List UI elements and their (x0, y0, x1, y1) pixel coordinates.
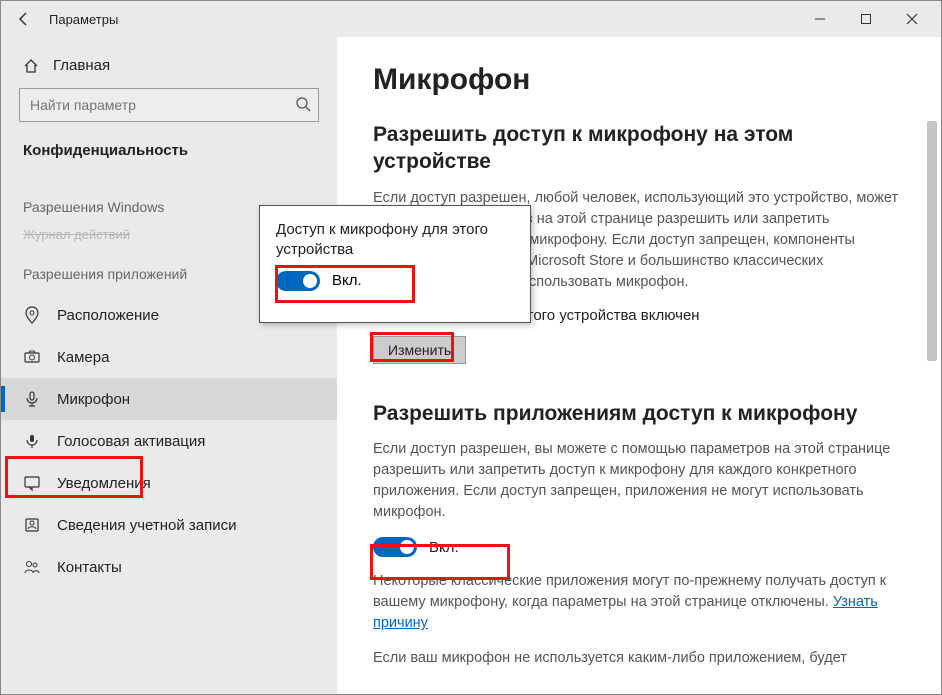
apps-toggle-row: Вкл. (373, 537, 901, 557)
contacts-icon (23, 558, 41, 576)
sidebar-item-contacts[interactable]: Контакты (1, 546, 337, 588)
sidebar: Главная Конфиденциальность Разрешения Wi… (1, 37, 337, 694)
content-scrollbar[interactable] (925, 77, 939, 692)
back-button[interactable] (7, 2, 41, 36)
search-input[interactable] (19, 88, 319, 122)
device-access-toggle[interactable] (276, 271, 320, 291)
voice-icon (23, 432, 41, 450)
nav-home[interactable]: Главная (1, 51, 337, 88)
nav-home-label: Главная (53, 57, 110, 74)
home-icon (23, 58, 39, 74)
sidebar-item-label: Уведомления (57, 475, 151, 492)
sidebar-item-label: Голосовая активация (57, 433, 205, 450)
minimize-button[interactable] (797, 3, 843, 35)
titlebar: Параметры (1, 1, 941, 37)
settings-window: Параметры Главная Конфиденциальность (0, 0, 942, 695)
apps-toggle-label: Вкл. (429, 539, 459, 556)
sidebar-item-microphone[interactable]: Микрофон (1, 378, 337, 420)
classic-note-text: Некоторые классические приложения могут … (373, 573, 886, 610)
camera-icon (23, 348, 41, 366)
search-icon (295, 96, 311, 117)
location-icon (23, 306, 41, 324)
maximize-icon (860, 13, 872, 25)
sidebar-item-account[interactable]: Сведения учетной записи (1, 504, 337, 546)
arrow-left-icon (16, 11, 32, 27)
toggle-knob (400, 540, 414, 554)
popup-title: Доступ к микрофону для этого устройства (276, 220, 514, 261)
sidebar-item-label: Камера (57, 349, 109, 366)
close-icon (906, 13, 918, 25)
toggle-knob (303, 274, 317, 288)
account-icon (23, 516, 41, 534)
sidebar-item-voice[interactable]: Голосовая активация (1, 420, 337, 462)
minimize-icon (814, 13, 826, 25)
classic-apps-note: Некоторые классические приложения могут … (373, 571, 901, 634)
window-title: Параметры (49, 12, 118, 27)
sidebar-item-label: Расположение (57, 307, 159, 324)
sidebar-item-label: Микрофон (57, 391, 130, 408)
popup-toggle-label: Вкл. (332, 272, 362, 289)
popup-toggle-row: Вкл. (276, 271, 514, 291)
footer-partial: Если ваш микрофон не используется каким-… (373, 648, 901, 669)
search-wrap (19, 88, 319, 122)
nav-section-header: Конфиденциальность (1, 140, 337, 175)
sidebar-item-camera[interactable]: Камера (1, 336, 337, 378)
content-pane: Микрофон Разрешить доступ к микрофону на… (337, 37, 941, 694)
microphone-icon (23, 390, 41, 408)
scrollbar-thumb[interactable] (927, 121, 937, 361)
sidebar-item-label: Сведения учетной записи (57, 517, 237, 534)
sidebar-item-label: Контакты (57, 559, 122, 576)
page-title: Микрофон (373, 63, 901, 97)
change-button[interactable]: Изменить (373, 336, 466, 364)
section2-title: Разрешить приложениям доступ к микрофону (373, 400, 901, 427)
sidebar-item-notifications[interactable]: Уведомления (1, 462, 337, 504)
section1-title: Разрешить доступ к микрофону на этом уст… (373, 121, 901, 176)
close-button[interactable] (889, 3, 935, 35)
apps-access-toggle[interactable] (373, 537, 417, 557)
maximize-button[interactable] (843, 3, 889, 35)
section2-body: Если доступ разрешен, вы можете с помощь… (373, 439, 901, 523)
device-access-popup: Доступ к микрофону для этого устройства … (259, 205, 531, 323)
notifications-icon (23, 474, 41, 492)
